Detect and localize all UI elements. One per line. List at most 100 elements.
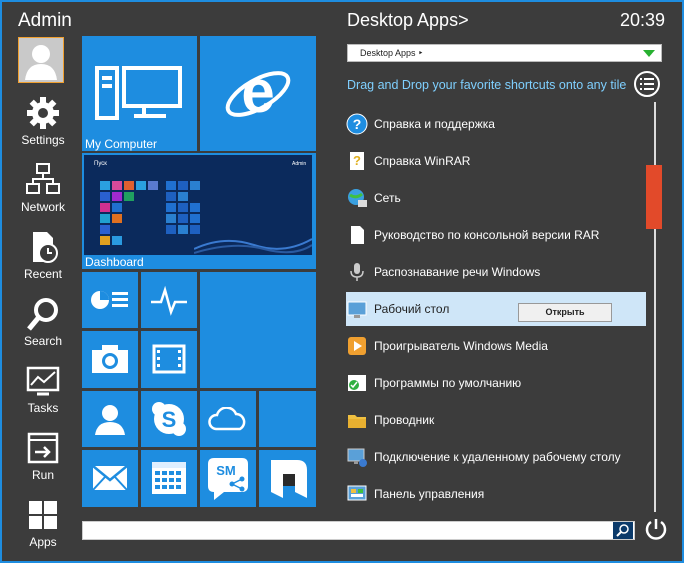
- chart-list-icon: [91, 291, 128, 309]
- person-icon: [95, 405, 125, 435]
- computer-icon: [95, 66, 182, 120]
- recent-icon: [33, 232, 58, 263]
- tile-skype[interactable]: S: [141, 391, 197, 447]
- app-label: Распознавание речи Windows: [374, 265, 541, 279]
- svg-text:S: S: [162, 407, 177, 432]
- app-item[interactable]: Панель управления: [346, 477, 646, 511]
- desktop-icon: [347, 301, 367, 318]
- category-dropdown[interactable]: Desktop Apps ‣: [347, 44, 662, 62]
- context-menu-open[interactable]: Открыть: [518, 303, 612, 322]
- sidebar-item-label: Search: [23, 334, 63, 348]
- dashboard-wave-graphic: [194, 238, 312, 254]
- svg-text:SM: SM: [216, 463, 236, 478]
- svg-text:?: ?: [353, 116, 362, 132]
- pulse-icon: [151, 285, 187, 316]
- sidebar-item-label: Recent: [23, 267, 63, 281]
- tile-label: My Computer: [85, 137, 158, 151]
- app-item[interactable]: ? Справка и поддержка: [346, 107, 646, 141]
- app-item[interactable]: ? Справка WinRAR: [346, 144, 646, 178]
- list-menu-button[interactable]: [634, 71, 660, 97]
- search-input[interactable]: [82, 521, 635, 540]
- sidebar-item-apps[interactable]: Apps: [6, 495, 80, 549]
- app-item[interactable]: Проигрыватель Windows Media: [346, 329, 646, 363]
- dashboard-preview: Пуск Admin: [84, 155, 312, 255]
- sidebar-item-label: Apps: [29, 535, 57, 549]
- tile-onedrive[interactable]: [200, 391, 256, 447]
- search-button[interactable]: [613, 522, 633, 539]
- tile-dashboard-widget[interactable]: [82, 272, 138, 328]
- calendar-icon: [152, 462, 186, 494]
- app-label: Руководство по консольной версии RAR: [374, 228, 600, 242]
- skype-icon: S: [152, 402, 186, 436]
- sidebar-item-label: Settings: [21, 133, 65, 147]
- sidebar-item-settings[interactable]: Settings: [6, 93, 80, 147]
- network-globe-icon: [348, 189, 367, 207]
- app-label: Справка WinRAR: [374, 154, 471, 168]
- app-item[interactable]: Сеть: [346, 181, 646, 215]
- media-player-icon: [348, 337, 366, 355]
- sidebar-item-network[interactable]: Network: [6, 160, 80, 214]
- preview-user-label: Admin: [292, 161, 307, 167]
- clock: 20:39: [620, 10, 666, 30]
- winrar-help-icon: ?: [350, 152, 364, 170]
- tile-my-computer[interactable]: My Computer: [82, 36, 197, 151]
- sidebar-item-recent[interactable]: Recent: [6, 227, 80, 281]
- tile-performance[interactable]: [141, 272, 197, 328]
- control-panel-icon: [347, 485, 367, 501]
- tile-mail[interactable]: [82, 450, 138, 507]
- microphone-icon: [350, 263, 364, 281]
- dropdown-arrow-icon: [643, 50, 655, 57]
- app-label: Рабочий стол: [374, 302, 450, 316]
- tile-sharemouse[interactable]: SM: [200, 450, 256, 507]
- sidebar-item-tasks[interactable]: Tasks: [6, 361, 80, 415]
- power-icon: [645, 519, 667, 540]
- scrollbar-thumb[interactable]: [646, 165, 662, 229]
- tile-internet-explorer[interactable]: e: [200, 36, 316, 151]
- film-icon: [152, 344, 186, 374]
- tile-remote[interactable]: [259, 450, 316, 507]
- page-title[interactable]: Desktop Apps>: [347, 10, 469, 31]
- app-label: Программы по умолчанию: [374, 376, 522, 390]
- avatar[interactable]: [18, 37, 64, 83]
- cloud-icon: [208, 407, 246, 431]
- svg-text:?: ?: [353, 153, 361, 168]
- camera-icon: [92, 345, 128, 373]
- sidebar-item-label: Tasks: [27, 401, 59, 415]
- sidebar-item-run[interactable]: Run: [6, 428, 80, 482]
- remote-desktop-icon: [347, 448, 367, 467]
- app-item[interactable]: Распознавание речи Windows: [346, 255, 646, 289]
- gear-icon: [27, 97, 59, 129]
- app-item[interactable]: Программы по умолчанию: [346, 366, 646, 400]
- tile-video[interactable]: [141, 331, 197, 388]
- tile-empty-small[interactable]: [259, 391, 316, 447]
- sidebar-item-search[interactable]: Search: [6, 294, 80, 348]
- tile-calendar[interactable]: [141, 450, 197, 507]
- tile-empty-large[interactable]: [200, 272, 316, 388]
- search-icon: [616, 524, 629, 537]
- tile-people[interactable]: [82, 391, 138, 447]
- internet-explorer-icon: e: [225, 58, 291, 125]
- mail-icon: [92, 465, 128, 491]
- preview-start-label: Пуск: [94, 161, 107, 167]
- app-label: Справка и поддержка: [374, 117, 495, 131]
- sidebar-item-label: Network: [20, 200, 65, 214]
- app-item[interactable]: Подключение к удаленному рабочему столу: [346, 440, 646, 474]
- dropdown-value: Desktop Apps ‣: [360, 48, 424, 58]
- default-programs-icon: [348, 375, 366, 391]
- tile-camera[interactable]: [82, 331, 138, 388]
- sharemouse-icon: SM: [208, 458, 248, 500]
- app-item[interactable]: Руководство по консольной версии RAR: [346, 218, 646, 252]
- run-icon: [27, 432, 59, 464]
- power-button[interactable]: [644, 517, 668, 541]
- explorer-folder-icon: [348, 415, 366, 428]
- app-label: Панель управления: [374, 487, 485, 501]
- app-item[interactable]: Проводник: [346, 403, 646, 437]
- scrollbar-track[interactable]: [654, 102, 656, 512]
- user-name: Admin: [18, 10, 72, 31]
- tile-dashboard[interactable]: Пуск Admin Dashboard: [82, 153, 316, 269]
- app-label: Проигрыватель Windows Media: [374, 339, 548, 353]
- user-avatar-icon: [25, 45, 57, 80]
- tile-label: Dashboard: [85, 255, 144, 269]
- app-label: Проводник: [374, 413, 435, 427]
- svg-text:e: e: [241, 58, 274, 125]
